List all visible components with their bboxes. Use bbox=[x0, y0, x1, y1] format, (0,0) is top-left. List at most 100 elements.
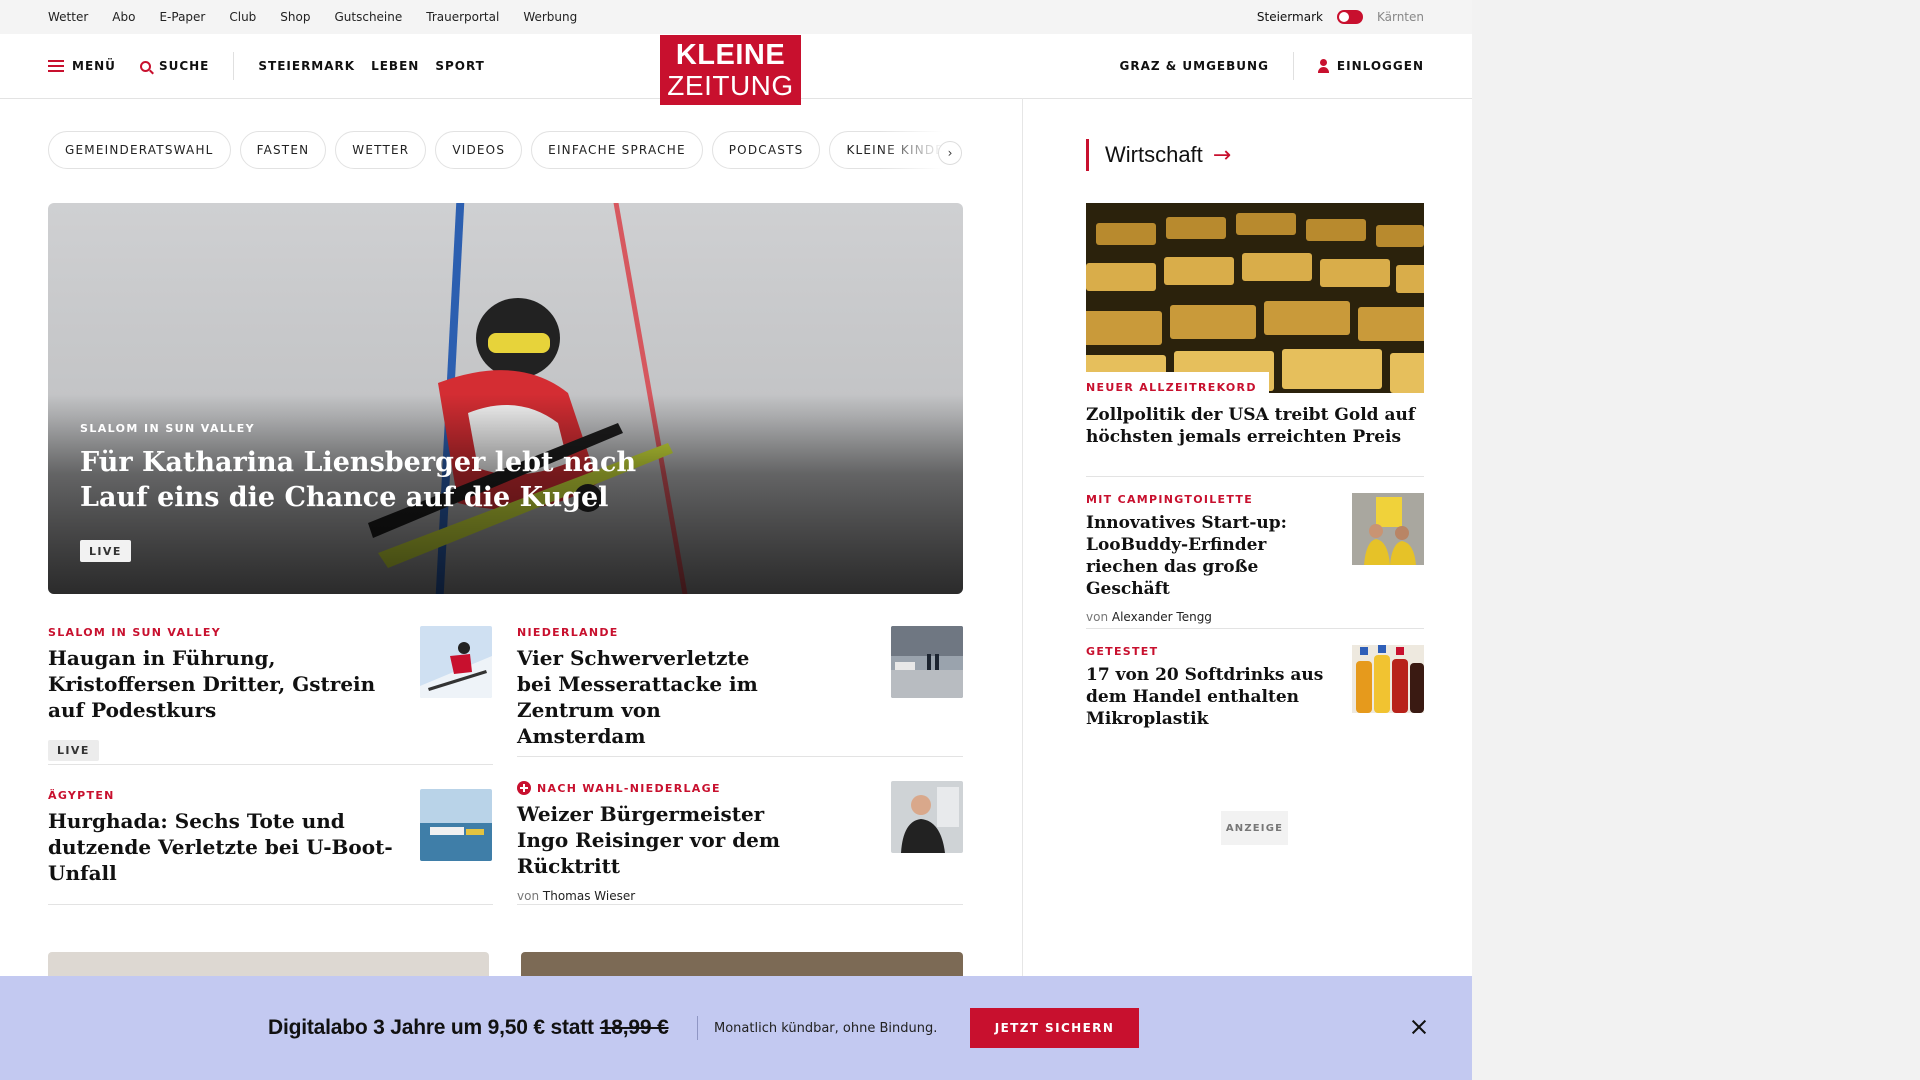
header-right: GRAZ & UMGEBUNG EINLOGGEN bbox=[1120, 34, 1425, 98]
nav-leben[interactable]: LEBEN bbox=[371, 59, 419, 73]
mayor-portrait-thumbnail bbox=[891, 781, 963, 853]
user-icon bbox=[1317, 59, 1329, 73]
tag-einfache-sprache[interactable]: EINFACHE SPRACHE bbox=[531, 131, 703, 169]
byline-author[interactable]: Thomas Wieser bbox=[543, 889, 635, 903]
utility-link-club[interactable]: Club bbox=[229, 10, 256, 24]
column-divider bbox=[1022, 98, 1023, 978]
nav-sport[interactable]: SPORT bbox=[435, 59, 485, 73]
main-header: MENÜ SUCHE STEIERMARK LEBEN SPORT KLEINE… bbox=[0, 34, 1472, 105]
arrow-right-icon: → bbox=[1212, 142, 1232, 168]
gold-bars-image[interactable] bbox=[1086, 203, 1424, 393]
divider bbox=[1086, 476, 1424, 477]
article-byline: von Thomas Wieser bbox=[517, 889, 963, 903]
utility-link-gutscheine[interactable]: Gutscheine bbox=[334, 10, 402, 24]
sidebar-item-title[interactable]: Innovatives Start-up: LooBuddy-Erfinder … bbox=[1086, 512, 1326, 600]
tag-fasten[interactable]: FASTEN bbox=[239, 131, 327, 169]
utility-link-werbung[interactable]: Werbung bbox=[523, 10, 577, 24]
hero-live-badge: LIVE bbox=[80, 540, 131, 562]
article-title[interactable]: Hurghada: Sechs Tote und dutzende Verlet… bbox=[48, 808, 408, 886]
utility-link-shop[interactable]: Shop bbox=[280, 10, 310, 24]
logo-line-1: KLEINE bbox=[675, 38, 786, 71]
region-kaernten[interactable]: Kärnten bbox=[1377, 10, 1424, 24]
divider bbox=[48, 764, 493, 765]
sidebar-item-byline: von Alexander Tengg bbox=[1086, 610, 1424, 624]
utility-links: Wetter Abo E-Paper Club Shop Gutscheine … bbox=[48, 0, 577, 34]
loobuddy-thumbnail bbox=[1352, 493, 1424, 565]
promo-subtext: Monatlich kündbar, ohne Bindung. bbox=[714, 1020, 938, 1036]
page: Wetter Abo E-Paper Club Shop Gutscheine … bbox=[0, 0, 1472, 1080]
promo-divider bbox=[697, 1016, 698, 1040]
hamburger-icon bbox=[48, 60, 64, 72]
divider bbox=[517, 904, 963, 905]
utility-link-epaper[interactable]: E-Paper bbox=[159, 10, 205, 24]
region-toggle[interactable] bbox=[1336, 10, 1363, 24]
article-title[interactable]: Haugan in Führung, Kristoffersen Dritter… bbox=[48, 645, 408, 723]
byline-author[interactable]: Alexander Tengg bbox=[1112, 610, 1212, 624]
hero-article[interactable]: SLALOM IN SUN VALLEY Für Katharina Liens… bbox=[48, 203, 963, 594]
tags-next-button[interactable]: › bbox=[938, 141, 962, 165]
header-divider-right bbox=[1292, 52, 1294, 80]
divider bbox=[1086, 628, 1424, 629]
menu-button[interactable]: MENÜ bbox=[48, 59, 116, 73]
article-card-haugan[interactable]: SLALOM IN SUN VALLEY Haugan in Führung, … bbox=[48, 626, 492, 761]
sidebar-lead-title[interactable]: Zollpolitik der USA treibt Gold auf höch… bbox=[1086, 404, 1416, 448]
header-nav: STEIERMARK LEBEN SPORT bbox=[258, 59, 484, 73]
article-card-hurghada[interactable]: ÄGYPTEN Hurghada: Sechs Tote und dutzend… bbox=[48, 789, 492, 886]
close-icon[interactable] bbox=[1410, 1018, 1428, 1036]
ad-label: ANZEIGE bbox=[1221, 811, 1288, 845]
sidebar-section-header[interactable]: Wirtschaft → bbox=[1086, 139, 1231, 171]
byline-prefix: von bbox=[1086, 610, 1109, 624]
utility-bar: Wetter Abo E-Paper Club Shop Gutscheine … bbox=[0, 0, 1472, 34]
site-logo[interactable]: KLEINE ZEITUNG bbox=[660, 35, 801, 105]
sidebar-item-softdrinks[interactable]: GETESTET 17 von 20 Softdrinks aus dem Ha… bbox=[1086, 645, 1424, 730]
region-link-graz[interactable]: GRAZ & UMGEBUNG bbox=[1120, 59, 1269, 73]
article-kicker-text: NACH WAHL-NIEDERLAGE bbox=[537, 781, 721, 795]
sidebar-accent-bar bbox=[1086, 139, 1089, 171]
live-badge: LIVE bbox=[48, 740, 99, 761]
topic-tags: GEMEINDERATSWAHL FASTEN WETTER VIDEOS EI… bbox=[48, 131, 964, 171]
promo-old-price: 18,99 € bbox=[599, 1016, 669, 1039]
promo-bar: Digitalabo 3 Jahre um 9,50 € statt 18,99… bbox=[0, 976, 1472, 1080]
header-divider bbox=[233, 52, 235, 80]
promo-headline: Digitalabo 3 Jahre um 9,50 € statt 18,99… bbox=[268, 976, 669, 1080]
police-street-thumbnail bbox=[891, 626, 963, 698]
skier-thumbnail bbox=[420, 626, 492, 698]
hero-kicker: SLALOM IN SUN VALLEY bbox=[80, 422, 255, 435]
tag-podcasts[interactable]: PODCASTS bbox=[711, 131, 821, 169]
sidebar-section-title: Wirtschaft bbox=[1105, 142, 1203, 167]
article-title[interactable]: Weizer Bürgermeister Ingo Reisinger vor … bbox=[517, 801, 817, 879]
article-title[interactable]: Vier Schwerverletzte bei Messerattacke i… bbox=[517, 645, 787, 749]
search-button[interactable]: SUCHE bbox=[139, 59, 210, 73]
page-gutter bbox=[1472, 0, 1920, 1080]
search-icon bbox=[139, 60, 151, 72]
utility-link-wetter[interactable]: Wetter bbox=[48, 10, 88, 24]
chevron-right-icon: › bbox=[947, 146, 953, 160]
logo-line-2: ZEITUNG bbox=[667, 69, 794, 101]
article-card-amsterdam[interactable]: NIEDERLANDE Vier Schwerverletzte bei Mes… bbox=[517, 626, 963, 749]
utility-link-trauerportal[interactable]: Trauerportal bbox=[426, 10, 499, 24]
region-switch: Steiermark Kärnten bbox=[1257, 0, 1424, 34]
tag-wetter[interactable]: WETTER bbox=[335, 131, 427, 169]
hero-title[interactable]: Für Katharina Liensberger lebt nach Lauf… bbox=[80, 445, 640, 515]
sea-boat-thumbnail bbox=[420, 789, 492, 861]
plus-premium-icon bbox=[517, 781, 531, 795]
byline-prefix: von bbox=[517, 889, 540, 903]
promo-cta-button[interactable]: JETZT SICHERN bbox=[970, 1008, 1139, 1048]
sidebar-lead-kicker: NEUER ALLZEITREKORD bbox=[1086, 372, 1269, 394]
login-link[interactable]: EINLOGGEN bbox=[1337, 59, 1424, 73]
header-left: MENÜ SUCHE STEIERMARK LEBEN SPORT bbox=[48, 34, 485, 98]
article-card-weiz[interactable]: NACH WAHL-NIEDERLAGE Weizer Bürgermeiste… bbox=[517, 781, 963, 903]
utility-link-abo[interactable]: Abo bbox=[112, 10, 135, 24]
divider bbox=[517, 756, 963, 757]
search-label: SUCHE bbox=[158, 59, 210, 73]
sidebar-item-title[interactable]: 17 von 20 Softdrinks aus dem Handel enth… bbox=[1086, 664, 1326, 730]
region-steiermark[interactable]: Steiermark bbox=[1257, 10, 1323, 24]
promo-headline-text: Digitalabo 3 Jahre um 9,50 € statt bbox=[268, 1016, 594, 1039]
softdrinks-thumbnail bbox=[1352, 645, 1424, 713]
menu-label: MENÜ bbox=[72, 59, 116, 73]
divider bbox=[48, 904, 493, 905]
nav-steiermark[interactable]: STEIERMARK bbox=[258, 59, 355, 73]
tag-videos[interactable]: VIDEOS bbox=[435, 131, 523, 169]
sidebar-item-loobuddy[interactable]: MIT CAMPINGTOILETTE Innovatives Start-up… bbox=[1086, 493, 1424, 624]
tag-gemeinderatswahl[interactable]: GEMEINDERATSWAHL bbox=[48, 131, 231, 169]
